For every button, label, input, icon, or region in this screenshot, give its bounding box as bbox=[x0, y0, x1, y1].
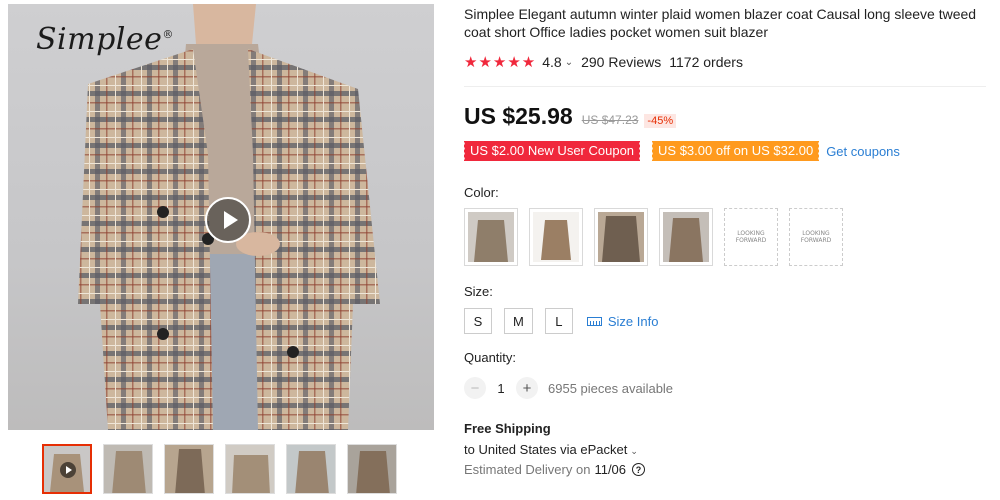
size-info-link[interactable]: Size Info bbox=[586, 313, 659, 329]
get-coupons-link[interactable]: Get coupons bbox=[826, 144, 900, 159]
delivery-date: 11/06 bbox=[594, 462, 627, 477]
quantity-label: Quantity: bbox=[464, 350, 517, 365]
size-options: S M L Size Info bbox=[464, 308, 1000, 334]
thumbnail-image bbox=[226, 445, 274, 493]
new-user-coupon[interactable]: US $2.00 New User Coupon bbox=[462, 141, 641, 161]
orders-count: 1172 orders bbox=[669, 54, 743, 70]
rating-row: ★★★★★ 4.8 ⌄ 290 Reviews 1172 orders bbox=[464, 53, 1000, 71]
size-l-button[interactable]: L bbox=[544, 308, 573, 334]
original-price: US $47.23 bbox=[581, 113, 639, 127]
color-swatch-4[interactable] bbox=[659, 208, 713, 266]
color-label: Color: bbox=[464, 185, 499, 200]
estimated-delivery: Estimated Delivery on 11/06 ? bbox=[464, 462, 1000, 477]
product-info-panel: Simplee Elegant autumn winter plaid wome… bbox=[462, 0, 1000, 500]
thumbnail-5[interactable] bbox=[286, 444, 336, 494]
size-m-button[interactable]: M bbox=[504, 308, 533, 334]
product-title: Simplee Elegant autumn winter plaid wome… bbox=[464, 6, 977, 40]
thumbnail-3[interactable] bbox=[164, 444, 214, 494]
placeholder-text: LOOKING FORWARD bbox=[735, 230, 767, 244]
color-swatch-3[interactable] bbox=[594, 208, 648, 266]
size-info-label: Size Info bbox=[607, 313, 659, 329]
quantity-stepper: − 1 + 6955 pieces available bbox=[464, 377, 1000, 399]
thumbnail-2[interactable] bbox=[103, 444, 153, 494]
swatch-image bbox=[468, 212, 514, 262]
divider bbox=[464, 86, 986, 87]
placeholder-text: LOOKING FORWARD bbox=[800, 230, 832, 244]
play-video-button[interactable] bbox=[205, 197, 251, 243]
color-swatch-5[interactable]: LOOKING FORWARD bbox=[724, 208, 778, 266]
swatch-image bbox=[533, 212, 579, 262]
main-product-image[interactable]: Simplee® bbox=[8, 4, 434, 430]
ruler-icon bbox=[586, 316, 602, 326]
size-label: Size: bbox=[464, 284, 493, 299]
swatch-image bbox=[598, 212, 644, 262]
color-swatch-2[interactable] bbox=[529, 208, 583, 266]
thumbnail-strip bbox=[42, 444, 397, 494]
star-rating-icon: ★★★★★ bbox=[464, 54, 537, 71]
thumbnail-image bbox=[165, 445, 213, 493]
delivery-label: Estimated Delivery on bbox=[464, 462, 591, 477]
play-icon bbox=[60, 462, 76, 478]
thumbnail-4[interactable] bbox=[225, 444, 275, 494]
size-s-button[interactable]: S bbox=[464, 308, 492, 334]
shipping-destination[interactable]: to United States via ePacket ⌄ bbox=[464, 442, 1000, 457]
swatch-image bbox=[663, 212, 709, 262]
chevron-down-icon: ⌄ bbox=[630, 446, 638, 456]
shipping-title: Free Shipping bbox=[464, 421, 551, 436]
shipping-destination-label: to United States via ePacket bbox=[464, 442, 628, 457]
help-icon[interactable]: ? bbox=[632, 463, 646, 476]
thumbnail-video[interactable] bbox=[42, 444, 92, 494]
thumbnail-image bbox=[348, 445, 396, 493]
quantity-decrease-button[interactable]: − bbox=[464, 377, 486, 399]
chevron-down-icon[interactable]: ⌄ bbox=[565, 57, 573, 68]
price-row: US $25.98 US $47.23 -45% bbox=[464, 103, 1000, 131]
quantity-increase-button[interactable]: + bbox=[516, 377, 538, 399]
color-swatches: LOOKING FORWARD LOOKING FORWARD bbox=[464, 208, 1000, 266]
current-price: US $25.98 bbox=[464, 103, 573, 129]
discount-badge: -45% bbox=[644, 114, 677, 128]
thumbnail-6[interactable] bbox=[347, 444, 397, 494]
store-coupon[interactable]: US $3.00 off on US $32.00 bbox=[651, 141, 820, 161]
thumbnail-image bbox=[104, 445, 152, 493]
brand-logo: Simplee® bbox=[36, 22, 174, 57]
reviews-link[interactable]: 290 Reviews bbox=[581, 54, 661, 70]
rating-score[interactable]: 4.8 bbox=[542, 54, 561, 70]
color-swatch-1[interactable] bbox=[464, 208, 518, 266]
coupon-row: US $2.00 New User Coupon US $3.00 off on… bbox=[462, 141, 1000, 161]
quantity-value[interactable]: 1 bbox=[486, 381, 516, 396]
color-swatch-6[interactable]: LOOKING FORWARD bbox=[789, 208, 843, 266]
thumbnail-image bbox=[287, 445, 335, 493]
stock-available: 6955 pieces available bbox=[548, 380, 674, 396]
